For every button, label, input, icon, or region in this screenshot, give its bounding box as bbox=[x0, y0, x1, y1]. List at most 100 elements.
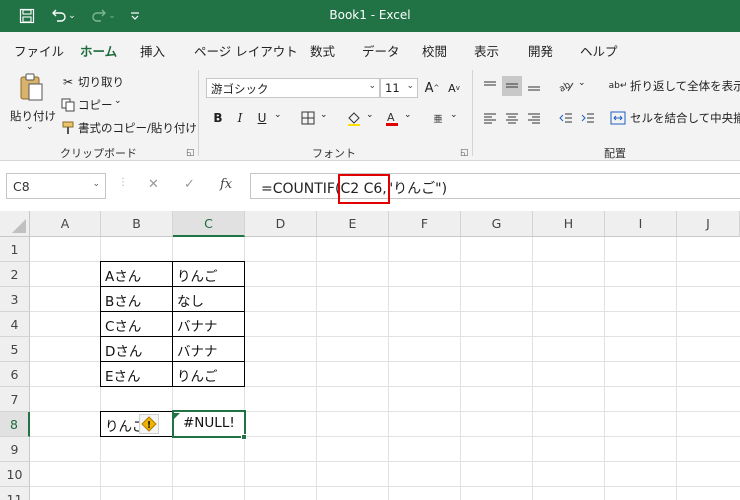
column-header[interactable]: H bbox=[533, 211, 605, 237]
row-header[interactable]: 11 bbox=[0, 487, 30, 500]
name-box[interactable]: C8 ⌄ bbox=[6, 173, 106, 199]
underline-icon[interactable]: U bbox=[252, 108, 272, 128]
cell-B4[interactable]: Cさん bbox=[101, 312, 173, 337]
tab-home[interactable]: ホーム bbox=[80, 41, 118, 67]
phonetic-icon[interactable]: 亜 bbox=[428, 108, 448, 128]
cell-C2[interactable]: りんご bbox=[173, 262, 245, 287]
format-painter-button[interactable]: 書式のコピー/貼り付け bbox=[78, 120, 197, 136]
cell-B5[interactable]: Dさん bbox=[101, 337, 173, 362]
copy-dropdown-icon[interactable]: ⌄ bbox=[114, 96, 122, 106]
tab-file[interactable]: ファイル bbox=[14, 41, 64, 60]
copy-button[interactable]: コピー bbox=[78, 97, 113, 113]
row-header[interactable]: 7 bbox=[0, 387, 30, 412]
tab-review[interactable]: 校閲 bbox=[422, 41, 447, 60]
formula-input[interactable]: =COUNTIF(C2 C6,"りんご") bbox=[250, 173, 740, 199]
column-header[interactable]: I bbox=[605, 211, 677, 237]
row-header[interactable]: 9 bbox=[0, 437, 30, 462]
font-color-icon[interactable]: A bbox=[382, 108, 402, 128]
fill-color-dropdown-icon[interactable]: ⌄ bbox=[366, 110, 374, 120]
align-top-icon[interactable] bbox=[480, 76, 500, 96]
row-header[interactable]: 3 bbox=[0, 287, 30, 312]
align-left-icon[interactable] bbox=[480, 108, 500, 128]
decrease-indent-icon[interactable] bbox=[556, 108, 576, 128]
insert-function-icon[interactable]: fx bbox=[220, 177, 232, 192]
cell-B6[interactable]: Eさん bbox=[101, 362, 173, 387]
row-header[interactable]: 5 bbox=[0, 337, 30, 362]
copy-icon bbox=[58, 95, 78, 115]
wrap-text-button[interactable]: 折り返して全体を表示する bbox=[630, 78, 740, 94]
increase-indent-icon[interactable] bbox=[578, 108, 598, 128]
tab-page-layout[interactable]: ページ レイアウト bbox=[194, 41, 298, 60]
alignment-group-label: 配置 bbox=[604, 147, 626, 160]
row-header[interactable]: 8 bbox=[0, 412, 30, 437]
font-launcher-icon[interactable]: ◱ bbox=[460, 148, 469, 158]
gridline bbox=[30, 461, 740, 462]
error-options-button[interactable]: ! bbox=[139, 414, 159, 434]
column-header[interactable]: J bbox=[677, 211, 740, 237]
tab-help[interactable]: ヘルプ bbox=[580, 41, 618, 60]
decrease-font-icon[interactable]: Av bbox=[444, 78, 464, 98]
column-header[interactable]: C bbox=[173, 211, 245, 237]
font-color-dropdown-icon[interactable]: ⌄ bbox=[404, 110, 412, 120]
increase-font-icon[interactable]: A ^ bbox=[422, 78, 442, 98]
bold-icon[interactable]: B bbox=[208, 108, 228, 128]
enter-icon[interactable]: ✓ bbox=[184, 177, 195, 192]
phonetic-dropdown-icon[interactable]: ⌄ bbox=[450, 110, 458, 120]
window-title: Book1 - Excel bbox=[329, 8, 411, 22]
cell-B2[interactable]: Aさん bbox=[101, 262, 173, 287]
merge-center-button[interactable]: セルを結合して中央揃え bbox=[630, 110, 740, 126]
cell-B8[interactable]: りんご bbox=[101, 412, 173, 437]
cell-C4[interactable]: バナナ bbox=[173, 312, 245, 337]
tab-view[interactable]: 表示 bbox=[474, 41, 499, 60]
tab-formulas[interactable]: 数式 bbox=[310, 41, 335, 60]
row-header[interactable]: 2 bbox=[0, 262, 30, 287]
cut-button[interactable]: 切り取り bbox=[78, 74, 124, 90]
clipboard-group-label: クリップボード bbox=[60, 147, 137, 160]
paste-button[interactable]: 貼り付け ⌄ bbox=[8, 70, 56, 136]
fill-color-icon[interactable] bbox=[344, 108, 364, 128]
row-header[interactable]: 4 bbox=[0, 312, 30, 337]
font-group-label: フォント bbox=[312, 147, 356, 160]
row-header[interactable]: 6 bbox=[0, 362, 30, 387]
cell-C3[interactable]: なし bbox=[173, 287, 245, 312]
cut-icon: ✂ bbox=[62, 75, 74, 89]
row-header[interactable]: 10 bbox=[0, 462, 30, 487]
column-header[interactable]: F bbox=[389, 211, 461, 237]
orientation-dropdown-icon[interactable]: ⌄ bbox=[578, 78, 586, 88]
cell-C5[interactable]: バナナ bbox=[173, 337, 245, 362]
font-name-select[interactable]: 游ゴシック ⌄ bbox=[206, 78, 380, 98]
merge-center-icon bbox=[608, 108, 628, 128]
tab-data[interactable]: データ bbox=[362, 41, 400, 60]
row-header[interactable]: 1 bbox=[0, 237, 30, 262]
chevron-down-icon: ⌄ bbox=[406, 81, 414, 91]
orientation-icon[interactable]: ab bbox=[556, 76, 576, 96]
align-bottom-icon[interactable] bbox=[524, 76, 544, 96]
align-right-icon[interactable] bbox=[524, 108, 544, 128]
cell-C6[interactable]: りんご bbox=[173, 362, 245, 387]
column-header[interactable]: B bbox=[101, 211, 173, 237]
worksheet-grid[interactable]: A B C D E F G H I J 1 2 3 4 5 6 7 8 9 10… bbox=[0, 211, 740, 500]
cancel-icon[interactable]: ✕ bbox=[148, 177, 159, 192]
tab-insert[interactable]: 挿入 bbox=[140, 41, 165, 60]
borders-icon[interactable] bbox=[298, 108, 318, 128]
active-cell-outline bbox=[172, 410, 246, 438]
fill-handle[interactable] bbox=[241, 434, 247, 440]
format-painter-icon bbox=[58, 118, 78, 138]
underline-dropdown-icon[interactable]: ⌄ bbox=[274, 110, 282, 120]
align-middle-icon[interactable] bbox=[502, 76, 522, 96]
column-header[interactable]: D bbox=[245, 211, 317, 237]
column-header[interactable]: G bbox=[461, 211, 533, 237]
borders-dropdown-icon[interactable]: ⌄ bbox=[320, 110, 328, 120]
cell-B3[interactable]: Bさん bbox=[101, 287, 173, 312]
italic-icon[interactable]: I bbox=[230, 108, 250, 128]
align-center-icon[interactable] bbox=[502, 108, 522, 128]
paste-icon bbox=[18, 72, 44, 105]
group-divider bbox=[472, 70, 473, 156]
column-header[interactable]: A bbox=[30, 211, 101, 237]
tab-developer[interactable]: 開発 bbox=[528, 41, 553, 60]
clipboard-launcher-icon[interactable]: ◱ bbox=[186, 148, 195, 158]
column-header[interactable]: E bbox=[317, 211, 389, 237]
select-all-button[interactable] bbox=[0, 211, 30, 237]
font-name-value: 游ゴシック bbox=[211, 82, 269, 96]
font-size-select[interactable]: 11 ⌄ bbox=[380, 78, 418, 98]
